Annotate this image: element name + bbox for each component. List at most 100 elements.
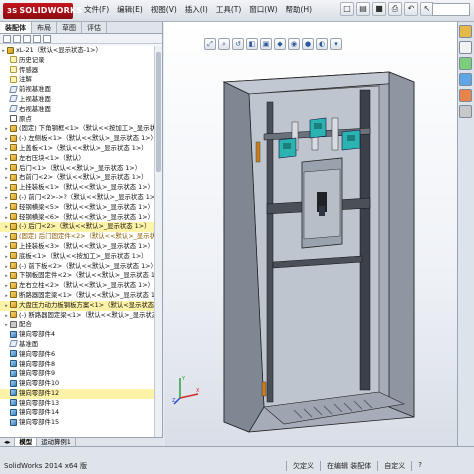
resources-icon[interactable]: [459, 25, 472, 38]
tree-item[interactable]: ▸ 配合: [0, 320, 154, 330]
tab-layout[interactable]: 布局: [32, 22, 57, 33]
menu-tools[interactable]: 工具(T): [212, 3, 245, 17]
tree-item[interactable]: ▸ 左右压块<1>（默认）: [0, 154, 154, 164]
tree-item-label: 历史记录: [19, 55, 45, 64]
right-side-panel: [388, 71, 415, 418]
tab-sketch[interactable]: 草图: [57, 22, 82, 33]
tree-item[interactable]: 镜向零部件10: [0, 379, 154, 389]
part-icon: [10, 183, 17, 191]
tree-item[interactable]: 镜向零部件9: [0, 369, 154, 379]
tab-evaluate[interactable]: 评估: [82, 22, 107, 33]
tree-item-label: 注解: [19, 75, 32, 84]
tree-item[interactable]: 镜向零部件15: [0, 418, 154, 428]
tree-item[interactable]: 镜向零部件14: [0, 408, 154, 418]
hinge-bottom: [261, 381, 267, 397]
view-palette-icon[interactable]: [459, 73, 472, 86]
tree-item-label: xL-21（默认<显示状态-1>）: [16, 46, 102, 54]
mirror-icon: [10, 360, 17, 367]
tree-item[interactable]: ▸ (-) 前下板<2>（默认<<默认>_显示状态 1>）: [0, 262, 154, 272]
tree-item[interactable]: 原点: [0, 115, 154, 125]
tree-scrollbar[interactable]: [154, 46, 162, 446]
tree-item[interactable]: 镜向零部件6: [0, 350, 154, 360]
menu-file[interactable]: 文件(F): [80, 3, 113, 17]
tree-item[interactable]: ▸ 后门<1>（默认<<默认>_显示状态 1>）: [0, 164, 154, 174]
display-manager-icon[interactable]: [43, 35, 51, 43]
tree-item-label: (-) 前门<2>->?（默认<<默认>_显示状态 1>）: [19, 192, 154, 201]
undo-icon[interactable]: ↶: [404, 2, 418, 16]
custom-properties-icon[interactable]: [459, 105, 472, 118]
tree-item[interactable]: ▸ 底板<1>（默认<<按加工>_显示状态 1>）: [0, 252, 154, 262]
tree-item[interactable]: ▸ (-) 左侧板<1>（默认<<默认>_显示状态 1>）: [0, 134, 154, 144]
tree-item[interactable]: 历史记录: [0, 56, 154, 66]
tree-item[interactable]: 传感器: [0, 66, 154, 76]
property-manager-icon[interactable]: [13, 35, 21, 43]
tree-item[interactable]: ▸(固定) 下角钢框<1>（默认<<按加工>_显示状态 1>）: [0, 124, 154, 134]
tree-item[interactable]: ▸ (-) 后门<2>（默认<<默认>_显示状态 1>）: [0, 222, 154, 233]
open-file-icon[interactable]: ▤: [356, 2, 370, 16]
part-icon: [10, 154, 17, 162]
tree-item-label: 镜向零部件10: [19, 379, 60, 388]
print-icon[interactable]: ⎙: [388, 2, 402, 16]
menu-window[interactable]: 窗口(W): [245, 3, 281, 17]
tree-item[interactable]: 右视基准面: [0, 105, 154, 115]
new-file-icon[interactable]: □: [340, 2, 354, 16]
tree-item[interactable]: ▸ 右前门<2>（默认<<默认>_显示状态 1>）: [0, 173, 154, 183]
tree-item-label: 镜向零部件6: [19, 349, 56, 358]
tree-item[interactable]: 上视基准面: [0, 95, 154, 105]
tab-model[interactable]: 模型: [15, 438, 38, 446]
tree-item[interactable]: 镜向零部件13: [0, 399, 154, 409]
menu-insert[interactable]: 插入(I): [181, 3, 212, 17]
dimxpert-icon[interactable]: [33, 35, 41, 43]
tree-item[interactable]: ▸ (-) 前门<2>->?（默认<<默认>_显示状态 1>）: [0, 193, 154, 203]
tree-item-label: 下钢板固定件<2>（默认<<默认>_显示状态 1>）: [19, 271, 154, 280]
appearances-icon[interactable]: [459, 89, 472, 102]
tree-item[interactable]: 前视基准面: [0, 85, 154, 95]
tree-item[interactable]: ▸ xL-21（默认<显示状态-1>）: [0, 46, 154, 56]
tree-item[interactable]: ▸ 断路器固定梁<1>（默认<<默认>_显示状态 1>）: [0, 291, 154, 301]
tree-item-label: 原点: [19, 114, 32, 123]
plane-icon: [9, 340, 18, 348]
tree-item[interactable]: 镜向零部件4: [0, 330, 154, 340]
scrollbar-thumb[interactable]: [156, 52, 161, 172]
tree-item[interactable]: ▸ 上盖板<1>（默认<<默认>_显示状态 1>）: [0, 144, 154, 154]
tree-item[interactable]: 注解: [0, 75, 154, 85]
part-icon: [10, 173, 17, 181]
tree-item[interactable]: ▸ 轻钢横梁<6>（默认<<默认>_显示状态 1>）: [0, 213, 154, 223]
graphics-area[interactable]: ⤢ ⌕ ↺ ◧ ▣ ◆ ◉ ● ◐ ▾ Y X Z: [164, 22, 457, 446]
file-explorer-icon[interactable]: [459, 57, 472, 70]
tree-item[interactable]: ▸(固定) 后门固定件<2>（默认<<默认>_显示状态 1>）: [0, 232, 154, 242]
part-icon: [10, 271, 17, 279]
units-status[interactable]: 自定义: [377, 461, 411, 471]
tree-item[interactable]: 基准面: [0, 340, 154, 350]
solidworks-logo[interactable]: 3S SOLIDWORKS: [3, 3, 82, 19]
feature-manager-icon[interactable]: [3, 35, 11, 43]
tree-item[interactable]: ▸ 上挂装板<1>（默认<<默认>_显示状态 1>）: [0, 183, 154, 193]
tab-assembly[interactable]: 装配体: [0, 22, 32, 33]
part-icon: [10, 164, 17, 172]
tree-item[interactable]: 镜向零部件12: [0, 388, 154, 399]
tree-item-label: (-) 后门<2>（默认<<默认>_显示状态 1>）: [19, 222, 151, 231]
tree-item[interactable]: ▸ 左右立柱<2>（默认<<默认>_显示状态 1>）: [0, 281, 154, 291]
tree-item[interactable]: ▸ 轻钢横梁<5>（默认<<默认>_显示状态 1>）: [0, 203, 154, 213]
menu-help[interactable]: 帮助(H): [282, 3, 317, 17]
tree-item-label: 底板<1>（默认<<按加工>_显示状态 1>）: [19, 251, 148, 260]
tree-item[interactable]: ▸ 下钢板固定件<2>（默认<<默认>_显示状态 1>）: [0, 271, 154, 281]
nav-arrows-icon[interactable]: ◂▸: [0, 438, 16, 446]
command-tabs: 装配体 布局 草图 评估: [0, 22, 162, 34]
menu-edit[interactable]: 编辑(E): [113, 3, 147, 17]
part-icon: [10, 213, 17, 221]
part-icon: [10, 203, 17, 211]
help-status[interactable]: ?: [411, 461, 428, 471]
tree-item[interactable]: ▸大盘压力动力板钢板方案<1>（默认<显示状态 1>）: [0, 300, 154, 311]
tree-item[interactable]: ▸(-) 断路器固定梁<1>（默认<<默认>_显示状态 1>）: [0, 311, 154, 321]
configuration-manager-icon[interactable]: [23, 35, 31, 43]
search-input[interactable]: [432, 3, 470, 16]
menu-view[interactable]: 视图(V): [147, 3, 181, 17]
tree-item[interactable]: 镜向零部件8: [0, 360, 154, 370]
save-icon[interactable]: ■: [372, 2, 386, 16]
mirror-icon: [10, 399, 17, 407]
design-library-icon[interactable]: [459, 41, 472, 54]
tab-motion-study[interactable]: 运动算例1: [37, 438, 76, 446]
part-icon: [10, 242, 17, 250]
tree-item[interactable]: ▸ 上挂装板<3>（默认<<默认>_显示状态 1>）: [0, 242, 154, 252]
